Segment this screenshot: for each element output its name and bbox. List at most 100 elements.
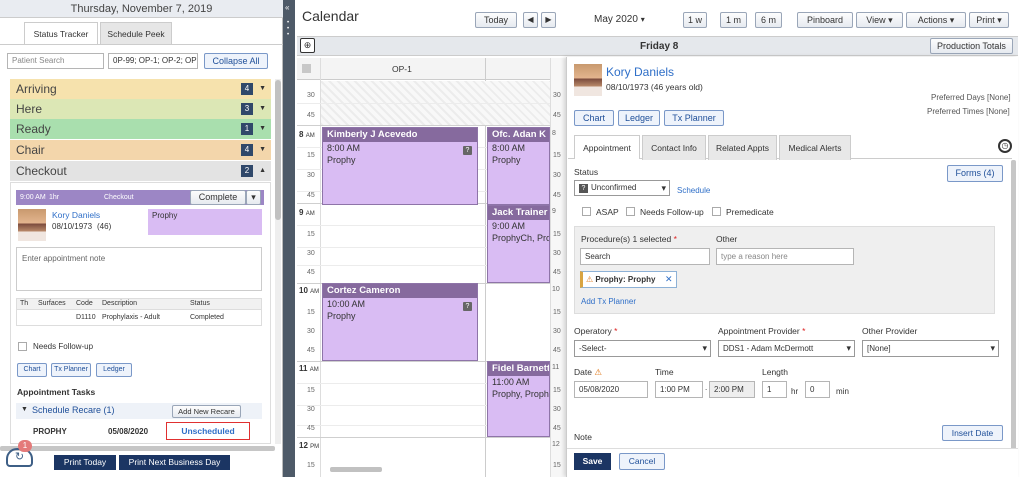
add-tx-planner-link[interactable]: Add Tx Planner — [581, 297, 636, 306]
schedule-link[interactable]: Schedule — [677, 186, 710, 195]
collapse-all-button[interactable]: Collapse All — [204, 53, 268, 69]
status-count: 1 — [241, 123, 253, 135]
status-select[interactable]: ? Unconfirmed — [574, 180, 670, 196]
unscheduled-link[interactable]: Unscheduled — [166, 422, 250, 440]
next-button[interactable]: ▶ — [541, 12, 556, 28]
today-button[interactable]: Today — [475, 12, 517, 28]
time-label: 45 — [553, 347, 561, 354]
cancel-button[interactable]: Cancel — [619, 453, 665, 470]
needs-followup-checkbox[interactable] — [626, 207, 635, 216]
patient-age: (46) — [97, 222, 112, 231]
appointment-block[interactable]: Ofc. Adan K 8:00 AM Prophy — [487, 127, 550, 205]
one-week-button[interactable]: 1 w — [683, 12, 707, 28]
tab-medical-alerts[interactable]: Medical Alerts — [779, 135, 851, 160]
start-time-input[interactable]: 1:00 PM — [655, 381, 703, 398]
length-min-input[interactable]: 0 — [805, 381, 830, 398]
detail-scrollbar-thumb[interactable] — [1011, 160, 1016, 450]
premedicate-label: Premedicate — [726, 207, 774, 217]
close-icon[interactable]: ✕ — [665, 274, 673, 285]
ops-filter-input[interactable]: 0P-99; OP-1; OP-2; OP — [108, 53, 198, 69]
patient-name-link[interactable]: Kory Daniels — [52, 210, 100, 220]
appointment-block[interactable]: Cortez Cameron 10:00 AM Prophy ? — [322, 283, 478, 361]
procedure-search-input[interactable]: Search — [580, 248, 710, 265]
production-totals-button[interactable]: Production Totals — [930, 38, 1013, 54]
tab-related-appts[interactable]: Related Appts — [708, 135, 777, 160]
tab-status-tracker[interactable]: Status Tracker — [24, 22, 98, 44]
appointment-procedure: Prophy — [327, 155, 356, 165]
actions-button[interactable]: Actions ▾ — [906, 12, 966, 28]
history-icon[interactable]: ◷ — [998, 139, 1012, 153]
chevron-down-icon[interactable]: ▼ — [259, 79, 266, 99]
appointment-time: 11:00 AM — [492, 377, 530, 387]
appointment-block[interactable]: Kimberly J Acevedo 8:00 AM Prophy ? — [322, 127, 478, 205]
status-row-here[interactable]: Here 3 ▼ — [10, 99, 271, 119]
premedicate-checkbox[interactable] — [712, 207, 721, 216]
status-row-arriving[interactable]: Arriving 4 ▼ — [10, 79, 271, 99]
required-marker: * — [802, 326, 806, 336]
complete-dropdown-button[interactable]: ▾ — [246, 190, 261, 205]
tab-contact-info[interactable]: Contact Info — [642, 135, 706, 160]
procedure-chip[interactable]: ⚠ Prophy: Prophy — [580, 271, 677, 288]
insert-date-button[interactable]: Insert Date — [942, 425, 1003, 441]
add-new-recare-button[interactable]: Add New Recare — [172, 405, 241, 418]
appointment-time: 9:00 AM — [492, 221, 526, 231]
length-hr-input[interactable]: 1 — [762, 381, 787, 398]
calendar-hscroll-thumb[interactable] — [330, 467, 382, 472]
print-button[interactable]: Print ▾ — [969, 12, 1009, 28]
chevron-down-icon[interactable]: ▼ — [259, 99, 266, 119]
patient-name-link[interactable]: Kory Daniels — [606, 65, 674, 79]
status-row-ready[interactable]: Ready 1 ▼ — [10, 119, 271, 139]
operatory-select[interactable]: -Select- — [574, 340, 711, 357]
chart-button[interactable]: Chart — [17, 363, 47, 377]
tx-planner-button[interactable]: Tx Planner — [664, 110, 724, 126]
status-label: Chair — [16, 143, 45, 157]
ledger-button[interactable]: Ledger — [96, 363, 132, 377]
schedule-recare-label[interactable]: Schedule Recare (1) — [32, 405, 115, 415]
time-label: 12 — [552, 441, 560, 448]
appointment-block[interactable]: Jack Trainer 9:00 AM ProphyCh, Pro — [487, 205, 550, 283]
complete-button[interactable]: Complete — [190, 190, 246, 205]
other-reason-input[interactable]: type a reason here — [716, 248, 854, 265]
print-next-business-day-button[interactable]: Print Next Business Day — [119, 455, 230, 470]
avatar — [574, 64, 602, 96]
print-today-button[interactable]: Print Today — [54, 455, 116, 470]
procedures-label-text: Procedure(s) 1 selected — [581, 234, 672, 244]
save-button[interactable]: Save — [574, 453, 611, 470]
forms-button[interactable]: Forms (4) — [947, 165, 1003, 182]
chevron-down-icon[interactable]: ▼ — [259, 140, 266, 160]
patient-search-input[interactable]: Patient Search — [7, 53, 104, 69]
chevron-up-icon[interactable]: ▲ — [259, 161, 266, 181]
select-all-checkbox[interactable] — [302, 64, 311, 73]
other-provider-select[interactable]: [None] — [862, 340, 999, 357]
six-month-button[interactable]: 6 m — [755, 12, 782, 28]
tab-appointment[interactable]: Appointment — [574, 135, 640, 159]
one-month-button[interactable]: 1 m — [720, 12, 747, 28]
view-button[interactable]: View ▾ — [856, 12, 903, 28]
appointment-procedure: Prophy — [492, 155, 521, 165]
operatory-label-text: Operatory — [574, 326, 612, 336]
ledger-button[interactable]: Ledger — [618, 110, 660, 126]
pinboard-button[interactable]: Pinboard — [797, 12, 853, 28]
date-input[interactable]: 05/08/2020 — [574, 381, 648, 398]
status-row-chair[interactable]: Chair 4 ▼ — [10, 140, 271, 160]
month-selector[interactable]: May 2020 ▾ — [594, 14, 645, 25]
left-hscroll-thumb[interactable] — [0, 446, 275, 451]
zoom-icon[interactable]: ⊕ — [300, 38, 315, 53]
appointment-block[interactable]: Fidel Barnett 11:00 AM Prophy, Proph — [487, 361, 550, 437]
time-label: 8 — [552, 130, 556, 137]
needs-followup-checkbox[interactable] — [18, 342, 27, 351]
chevron-down-icon[interactable]: ▼ — [259, 119, 266, 139]
note-label: Note — [574, 432, 592, 442]
tab-schedule-peek[interactable]: Schedule Peek — [100, 22, 172, 44]
chevron-down-icon[interactable]: ▼ — [21, 406, 28, 413]
double-chevron-icon[interactable]: « — [285, 3, 289, 12]
chart-button[interactable]: Chart — [574, 110, 614, 126]
left-scrollbar-thumb[interactable] — [275, 80, 281, 220]
asap-checkbox[interactable] — [582, 207, 591, 216]
panel-splitter[interactable] — [283, 0, 295, 477]
provider-select[interactable]: DDS1 - Adam McDermott — [718, 340, 855, 357]
appointment-note-input[interactable]: Enter appointment note — [16, 247, 262, 291]
status-row-checkout[interactable]: Checkout 2 ▲ — [10, 161, 271, 181]
prev-button[interactable]: ◀ — [523, 12, 538, 28]
tx-planner-button[interactable]: Tx Planner — [51, 363, 91, 377]
